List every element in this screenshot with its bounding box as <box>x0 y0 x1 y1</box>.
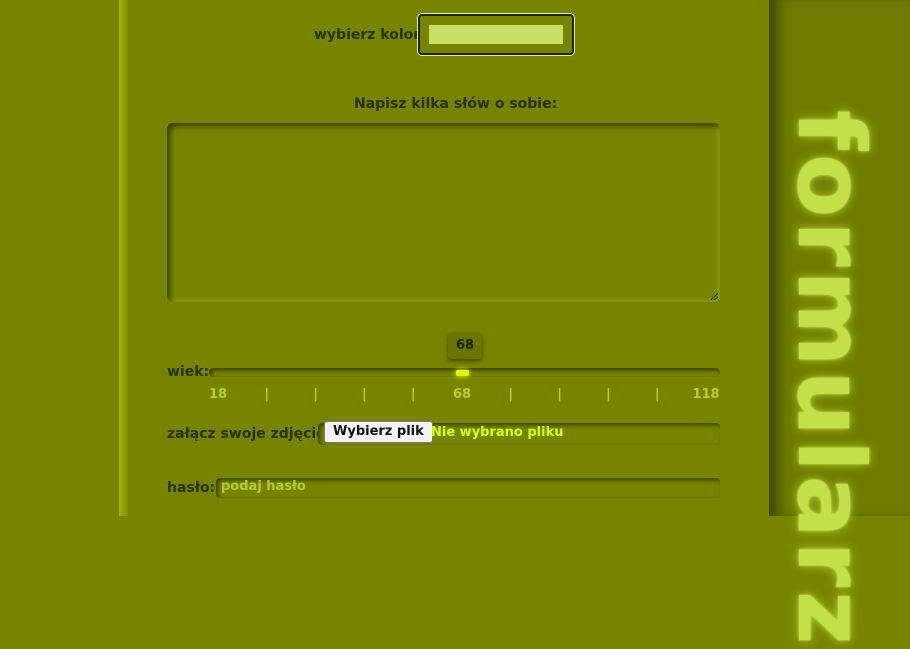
age-tick-label: 18 <box>208 387 228 402</box>
about-textarea[interactable] <box>167 123 720 302</box>
photo-label: załącz swoje zdjęcie: <box>167 426 332 442</box>
age-tick-label: | <box>508 387 514 402</box>
file-status-text: Nie wybrano pliku <box>431 425 564 440</box>
age-tick-label: | <box>654 387 660 402</box>
about-label: Napisz kilka słów o sobie: <box>354 96 558 112</box>
password-label: hasło: <box>167 480 216 496</box>
resize-grip-icon[interactable] <box>711 293 718 300</box>
age-slider[interactable] <box>209 368 720 377</box>
age-tick-label: | <box>362 387 367 402</box>
password-placeholder: podaj hasło <box>221 479 306 494</box>
age-tick-label: | <box>557 387 562 402</box>
age-tick-label: | <box>410 387 416 402</box>
age-label: wiek: <box>167 364 210 380</box>
age-tick-label: | <box>264 387 270 402</box>
age-tick-label: 118 <box>692 387 720 402</box>
age-slider-thumb[interactable] <box>456 370 469 376</box>
color-picker[interactable] <box>418 14 574 55</box>
age-value-tooltip: 68 <box>448 333 482 359</box>
vertical-title: formularz <box>777 110 884 649</box>
age-tick-label: 68 <box>452 387 472 402</box>
choose-file-button[interactable]: Wybierz plik <box>324 421 433 443</box>
photo-file-input[interactable]: Wybierz plik Nie wybrano pliku <box>318 421 720 445</box>
password-input[interactable]: podaj hasło <box>216 478 720 498</box>
left-border-strip <box>119 0 128 516</box>
color-swatch <box>429 25 563 44</box>
age-tick-label: | <box>606 387 611 402</box>
age-tick-label: | <box>313 387 318 402</box>
color-label: wybierz kolor: <box>314 27 426 43</box>
